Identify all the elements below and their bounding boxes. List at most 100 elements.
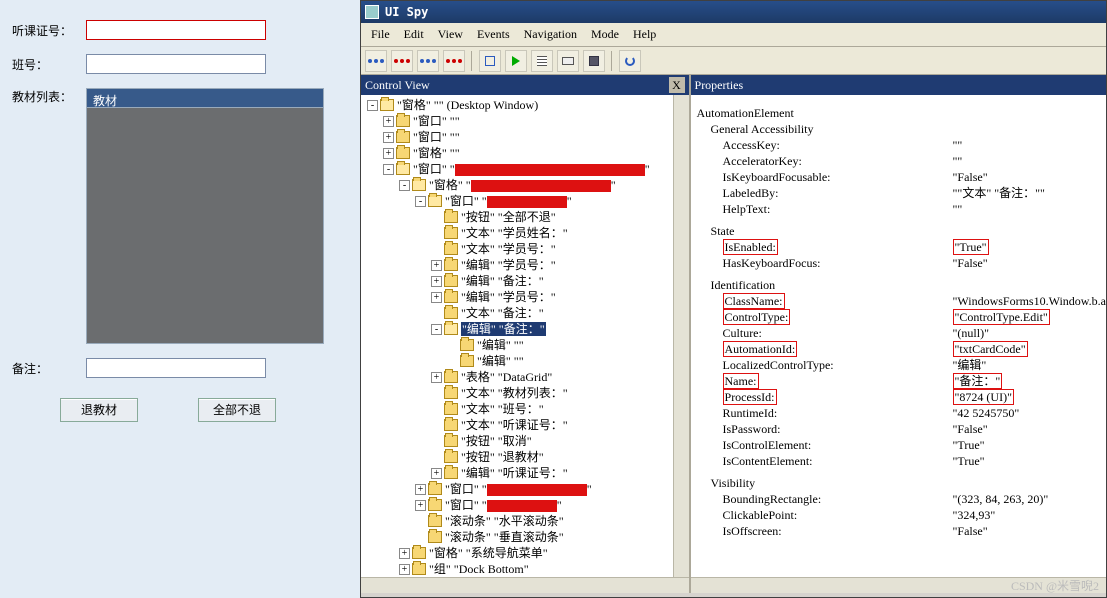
tree-row[interactable]: +"编辑" "学员号：" <box>367 289 687 305</box>
menu-edit[interactable]: Edit <box>398 25 430 44</box>
prop-row: ClassName:"WindowsForms10.Window.b.a <box>697 293 1106 309</box>
prop-row: BoundingRectangle:"(323, 84, 263, 20)" <box>697 491 1106 507</box>
tb-tree2-blue-icon[interactable] <box>417 50 439 72</box>
folder-icon <box>444 227 458 239</box>
expander-icon[interactable]: + <box>415 500 426 511</box>
tree-row[interactable]: +"编辑" "听课证号：" <box>367 465 687 481</box>
menu-file[interactable]: File <box>365 25 396 44</box>
tree-row[interactable]: "滚动条" "水平滚动条" <box>367 513 687 529</box>
uispy-window: UI Spy FileEditViewEventsNavigationModeH… <box>360 0 1107 598</box>
tree-row[interactable]: - "窗格" "" (Desktop Window) <box>367 97 687 113</box>
tb-tree-red-icon[interactable] <box>391 50 413 72</box>
classno-input[interactable] <box>86 54 266 74</box>
folder-icon <box>444 275 458 287</box>
folder-icon <box>444 243 458 255</box>
expander-icon[interactable]: + <box>431 468 442 479</box>
expander-icon[interactable]: - <box>415 196 426 207</box>
folder-icon <box>396 147 410 159</box>
tree-label: "窗格" "" (Desktop Window) <box>397 97 538 113</box>
prop-row: LocalizedControlType:"编辑" <box>697 357 1106 373</box>
tree-row[interactable]: "编辑" "" <box>367 353 687 369</box>
tb-disk-icon[interactable] <box>583 50 605 72</box>
expander-icon[interactable]: + <box>383 116 394 127</box>
tree-row[interactable]: +"组" "Dock Bottom" <box>367 561 687 577</box>
tree-row[interactable]: - "编辑" "备注：" <box>367 321 687 337</box>
menu-view[interactable]: View <box>432 25 469 44</box>
menu-help[interactable]: Help <box>627 25 662 44</box>
tree-row[interactable]: "文本" "听课证号：" <box>367 417 687 433</box>
menu-mode[interactable]: Mode <box>585 25 625 44</box>
tree-scroll-h[interactable] <box>361 577 689 593</box>
tree-label: "文本" "学员姓名：" <box>461 225 568 241</box>
tree-row[interactable]: -"窗口" "" <box>367 193 687 209</box>
tb-play-icon[interactable] <box>505 50 527 72</box>
expander-icon[interactable]: - <box>383 164 394 175</box>
expander-icon[interactable]: + <box>431 276 442 287</box>
tree-row[interactable]: +"窗格" "系统导航菜单" <box>367 545 687 561</box>
tree-row[interactable]: "编辑" "" <box>367 337 687 353</box>
cardno-input[interactable] <box>86 20 266 40</box>
tree-body[interactable]: -"窗格" "" (Desktop Window)+"窗口" ""+"窗口" "… <box>361 95 689 577</box>
tree-row[interactable]: +"表格" "DataGrid" <box>367 369 687 385</box>
expander-icon[interactable]: - <box>431 324 442 335</box>
expander-icon[interactable]: + <box>431 372 442 383</box>
tb-rect-icon[interactable] <box>479 50 501 72</box>
tree-row[interactable]: "文本" "教材列表：" <box>367 385 687 401</box>
expander-icon[interactable]: + <box>415 484 426 495</box>
expander-icon[interactable]: + <box>399 564 410 575</box>
tb-kb-icon[interactable] <box>557 50 579 72</box>
tb-list-icon[interactable] <box>531 50 553 72</box>
expander-icon[interactable]: + <box>383 132 394 143</box>
tree-row[interactable]: +"窗格" "" <box>367 145 687 161</box>
tree-row[interactable]: +"窗口" "" <box>367 497 687 513</box>
tree-label: "滚动条" "垂直滚动条" <box>445 529 564 545</box>
expander-icon[interactable]: + <box>383 148 394 159</box>
tree-row[interactable]: "按钮" "全部不退" <box>367 209 687 225</box>
tree-row[interactable]: +"窗口" "" <box>367 481 687 497</box>
prop-row: LabeledBy:""文本" "备注："" <box>697 185 1106 201</box>
tb-refresh-icon[interactable] <box>619 50 641 72</box>
expander-icon[interactable]: + <box>399 548 410 559</box>
tree-close-button[interactable]: X <box>669 77 685 93</box>
tree-row[interactable]: "文本" "班号：" <box>367 401 687 417</box>
tree-row[interactable]: "文本" "学员号：" <box>367 241 687 257</box>
tree-row[interactable]: +"窗口" "" <box>367 113 687 129</box>
tb-sep2-icon <box>611 51 613 71</box>
tree-row[interactable]: -"窗口" "" <box>367 161 687 177</box>
expander-icon[interactable]: + <box>431 260 442 271</box>
tree-row[interactable]: "按钮" "取消" <box>367 433 687 449</box>
folder-icon <box>444 371 458 383</box>
tree-label: "文本" "班号：" <box>461 401 544 417</box>
tree-row[interactable]: "文本" "备注：" <box>367 305 687 321</box>
titlebar[interactable]: UI Spy <box>361 1 1106 23</box>
menu-events[interactable]: Events <box>471 25 516 44</box>
folder-icon <box>444 323 458 335</box>
tree-row[interactable]: "文本" "学员姓名：" <box>367 225 687 241</box>
expander-icon[interactable]: - <box>367 100 378 111</box>
tree-label: "文本" "教材列表：" <box>461 385 568 401</box>
tree-row[interactable]: +"编辑" "学员号：" <box>367 257 687 273</box>
prop-row: ClickablePoint:"324,93" <box>697 507 1106 523</box>
tree-label: "编辑" "备注：" <box>461 321 546 337</box>
tree-label: "按钮" "取消" <box>461 433 532 449</box>
tree-row[interactable]: "滚动条" "垂直滚动条" <box>367 529 687 545</box>
tb-tree-blue-icon[interactable] <box>365 50 387 72</box>
no-return-all-button[interactable]: 全部不退 <box>198 398 276 422</box>
prop-body[interactable]: AutomationElementGeneral AccessibilityAc… <box>691 95 1106 577</box>
prop-pane: Properties AutomationElementGeneral Acce… <box>691 75 1106 593</box>
tb-tree2-red-icon[interactable] <box>443 50 465 72</box>
prop-row: ControlType:"ControlType.Edit" <box>697 309 1106 325</box>
tree-row[interactable]: -"窗格" "" <box>367 177 687 193</box>
menu-navigation[interactable]: Navigation <box>518 25 583 44</box>
tree-scroll-v[interactable] <box>673 95 689 577</box>
mat-list[interactable] <box>86 108 324 344</box>
tree-row[interactable]: +"编辑" "备注：" <box>367 273 687 289</box>
prop-row: ProcessId:"8724 (UI)" <box>697 389 1106 405</box>
tree-row[interactable]: +"窗口" "" <box>367 129 687 145</box>
prop-row: IsEnabled:"True" <box>697 239 1106 255</box>
tree-row[interactable]: "按钮" "退教材" <box>367 449 687 465</box>
remark-input[interactable] <box>86 358 266 378</box>
expander-icon[interactable]: + <box>431 292 442 303</box>
return-mat-button[interactable]: 退教材 <box>60 398 138 422</box>
expander-icon[interactable]: - <box>399 180 410 191</box>
